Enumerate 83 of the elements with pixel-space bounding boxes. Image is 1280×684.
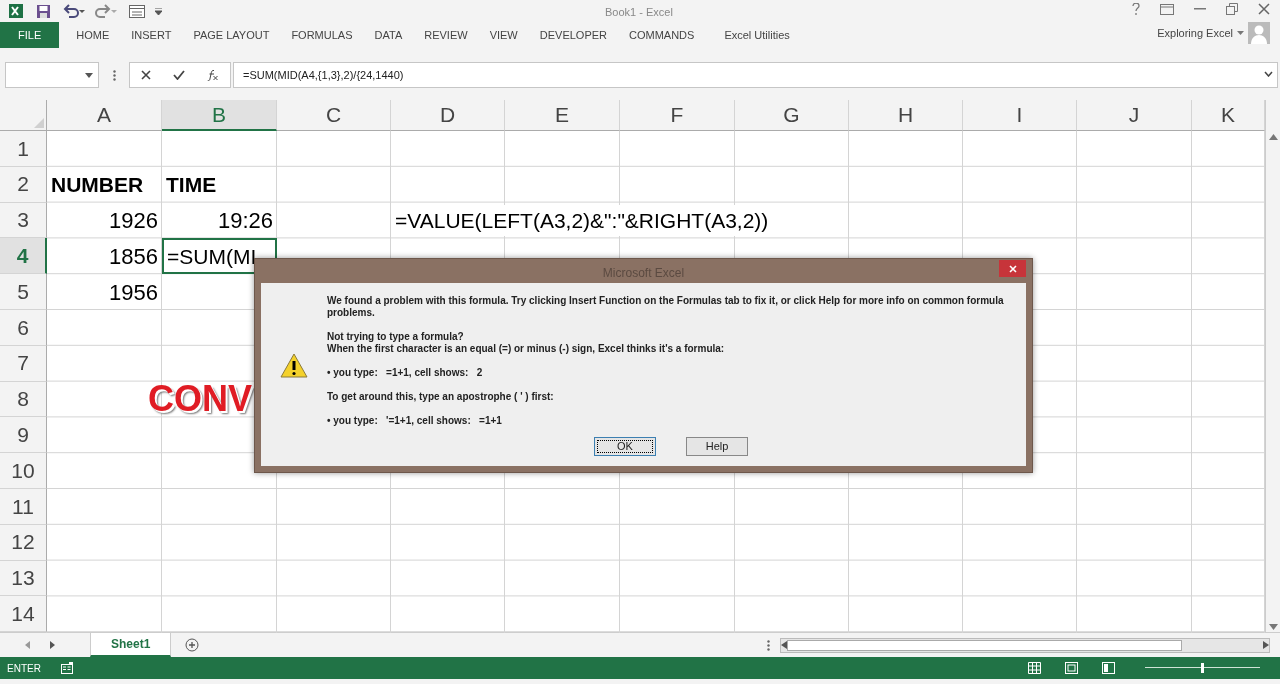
splitter-handle-icon[interactable] [767,639,771,651]
row-header[interactable]: 9 [0,417,47,454]
column-header[interactable]: K [1192,100,1265,131]
dialog-message: When the first character is an equal (=) or minus (-) sign, Excel thinks it's a formula: [327,343,726,355]
restore-icon[interactable] [1226,3,1238,15]
macro-record-icon[interactable] [60,662,73,675]
ribbon-tab[interactable]: DEVELOPER [528,22,618,48]
ribbon-tab[interactable]: INSERT [120,22,183,48]
column-header[interactable]: H [849,100,963,131]
ribbon-tab[interactable]: HOME [65,22,121,48]
ribbon-tab[interactable]: PAGE LAYOUT [182,22,281,48]
row-header[interactable]: 8 [0,381,47,418]
horizontal-scrollbar[interactable] [780,637,1271,653]
column-header[interactable]: E [505,100,620,131]
zoom-slider[interactable] [1145,663,1260,674]
account-name[interactable]: Exploring Excel [1157,24,1233,42]
insert-function-icon[interactable] [207,69,219,81]
redo-icon[interactable] [95,4,117,18]
row-header[interactable]: 1 [0,131,47,167]
excel-logo-icon[interactable] [8,3,24,19]
next-sheet-icon[interactable] [50,641,55,650]
sheet-tab[interactable]: Sheet1 [90,633,172,658]
close-icon[interactable] [1258,3,1270,15]
drag-handle-icon[interactable] [112,69,116,81]
cancel-icon[interactable] [141,70,151,80]
column-header[interactable]: F [620,100,735,131]
row-header[interactable]: 5 [0,274,47,310]
ribbon-tab[interactable]: DATA [363,22,414,48]
dialog-message: Not trying to type a formula? [327,331,465,343]
column-header[interactable]: B [162,100,277,131]
dialog-button[interactable]: Help [686,437,748,456]
expand-caret-icon[interactable] [1264,71,1273,77]
word-art-text: CONV [148,377,252,422]
dialog-button[interactable]: OK [594,437,656,456]
row-header[interactable]: 2 [0,166,47,203]
close-icon [1008,264,1017,273]
row-header[interactable]: 12 [0,524,47,561]
row-header[interactable]: 4 [0,238,47,275]
ribbon-tab[interactable]: FORMULAS [280,22,364,48]
ribbon-display-icon[interactable] [1160,3,1174,15]
form-icon[interactable] [129,4,145,18]
formula-field[interactable]: =SUM(MID(A4,{1,3},2)/{24,1440) [233,62,1278,88]
row-header[interactable]: 14 [0,596,47,633]
close-button[interactable] [999,260,1026,277]
undo-icon[interactable] [63,4,85,18]
dialog-message: • you type: =1+1, cell shows: 2 [327,367,484,379]
column-header[interactable]: D [391,100,505,131]
enter-check-icon[interactable] [173,70,185,80]
new-sheet-icon[interactable] [185,638,200,653]
customize-caret-icon[interactable] [155,7,162,15]
ribbon-tab[interactable]: COMMANDS [618,22,706,48]
cell-editor[interactable]: =SUM(MI [162,238,277,275]
column-header[interactable]: J [1077,100,1192,131]
status-mode: ENTER [7,661,41,676]
row-header[interactable]: 7 [0,345,47,382]
warning-icon [280,352,308,378]
row-header[interactable]: 10 [0,453,47,489]
dropdown-caret-icon[interactable] [1237,31,1244,35]
column-header[interactable]: A [47,100,162,131]
row-header[interactable]: 11 [0,488,47,525]
row-header[interactable]: 3 [0,202,47,239]
page-break-view-icon[interactable] [1102,662,1115,675]
ribbon-tab[interactable]: REVIEW [413,22,479,48]
file-tab[interactable]: FILE [0,22,60,48]
row-header[interactable]: 13 [0,560,47,597]
row-header[interactable]: 6 [0,310,47,346]
window-title: Book1 - Excel [605,5,673,20]
scroll-up-icon[interactable] [1268,134,1278,140]
dialog-message: We found a problem with this formula. Try clicking Insert Function on the Formulas tab to fix it, or click Help for more info on common formula problems. [327,295,1005,319]
page-layout-view-icon[interactable] [1065,662,1078,675]
column-header[interactable]: I [963,100,1077,131]
previous-sheet-icon[interactable] [25,641,30,650]
help-icon[interactable] [1132,3,1140,15]
dialog-message: • you type: '=1+1, cell shows: =1+1 [327,415,503,427]
column-header[interactable]: C [277,100,391,131]
normal-view-icon[interactable] [1028,662,1041,675]
save-icon[interactable] [36,3,51,19]
ribbon-tab[interactable]: Excel Utilities [713,22,801,48]
dialog-message: To get around this, type an apostrophe ( ' ) first: [327,391,555,403]
column-header[interactable]: G [735,100,849,131]
ribbon-tab[interactable]: VIEW [478,22,529,48]
zoom-thumb[interactable] [1201,663,1204,674]
scroll-right-icon[interactable] [1263,641,1270,650]
